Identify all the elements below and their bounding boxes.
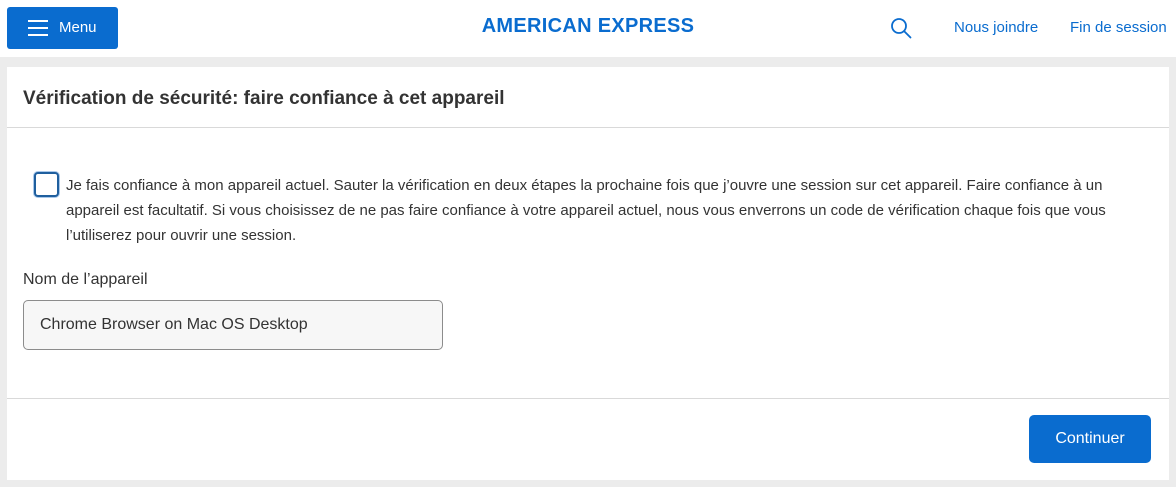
hamburger-icon [28,20,48,36]
menu-label: Menu [59,19,97,36]
device-name-label: Nom de l’appareil [23,271,148,288]
page-title: Vérification de sécurité: faire confianc… [23,88,505,109]
search-icon[interactable] [889,16,913,40]
continue-button[interactable]: Continuer [1029,415,1151,463]
contact-link[interactable]: Nous joindre [954,19,1038,37]
menu-button[interactable]: Menu [7,7,118,49]
top-header: Menu AMERICAN EXPRESS Nous joindre Fin d… [0,0,1176,57]
device-name-input[interactable] [23,300,443,350]
logout-link[interactable]: Fin de session [1070,19,1167,37]
divider [7,127,1169,128]
trust-device-card: Vérification de sécurité: faire confianc… [7,67,1169,480]
divider [7,398,1169,399]
trust-device-description: Je fais confiance à mon appareil actuel.… [66,177,1106,244]
american-express-logo[interactable]: AMERICAN EXPRESS [440,14,736,38]
trust-device-checkbox[interactable] [34,172,59,197]
